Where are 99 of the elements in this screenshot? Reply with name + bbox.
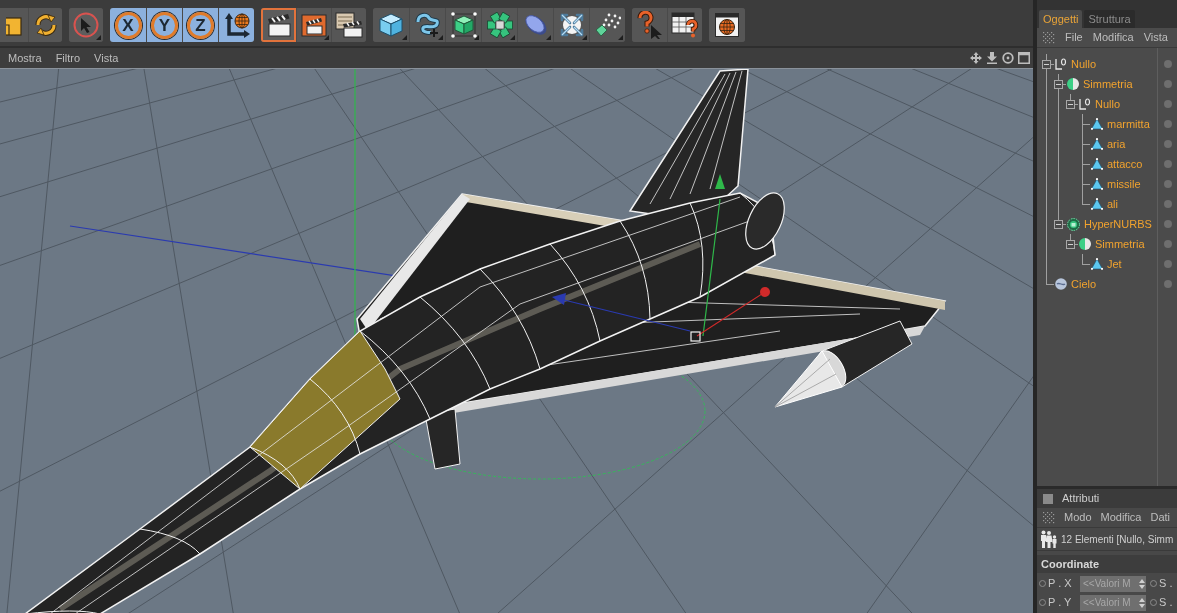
toolbar-button[interactable]	[261, 8, 296, 42]
tree-item[interactable]: Cielo	[1071, 278, 1097, 290]
maximize-icon[interactable]	[1018, 52, 1030, 64]
menu-item[interactable]: Vista	[1143, 29, 1168, 46]
field-label: P . X	[1048, 576, 1073, 592]
tree-item[interactable]: Jet	[1107, 258, 1122, 270]
menu-item[interactable]: Modifica	[1092, 29, 1134, 46]
pyramid-icon	[1091, 158, 1103, 170]
toolbar-button[interactable]	[553, 8, 589, 42]
spinner-arrows-icon[interactable]	[1139, 578, 1145, 589]
corner-triangle-icon	[618, 35, 623, 40]
toolbar-button[interactable]	[481, 8, 517, 42]
cube-icon	[379, 13, 403, 37]
field-label: P . Y	[1048, 595, 1073, 611]
grip-icon[interactable]	[1043, 511, 1055, 524]
expand-arrows-icon	[558, 12, 585, 38]
axis-lock-button[interactable]: Z	[182, 8, 218, 42]
menu-item[interactable]: Dati	[1150, 509, 1171, 526]
tree-item[interactable]: attacco	[1107, 158, 1143, 170]
field-label: S .	[1159, 595, 1173, 611]
tree-item[interactable]: HyperNURBS	[1084, 218, 1152, 230]
cage-sphere-icon	[1067, 217, 1080, 231]
toolbar-button[interactable]	[218, 8, 254, 42]
circle-dot-icon[interactable]	[1002, 52, 1014, 64]
collapse-toggle-icon[interactable]	[1042, 60, 1051, 69]
subdivision-cube-icon	[450, 12, 477, 38]
globe-window-icon	[715, 13, 739, 37]
panel-square-icon	[1043, 493, 1053, 504]
toolbar-button[interactable]	[373, 8, 409, 42]
split-circle-icon	[1067, 78, 1079, 90]
tree-item[interactable]: aria	[1107, 138, 1126, 150]
panel-tab[interactable]: Struttura	[1084, 10, 1135, 28]
toolbar-button[interactable]	[28, 8, 62, 42]
selection-summary: 12 Elementi [Nullo, Simm	[1061, 532, 1174, 547]
spline-icon	[414, 12, 441, 38]
axis-corner-icon	[1055, 58, 1067, 70]
menu-item[interactable]: Filtro	[55, 49, 81, 67]
refresh-icon	[33, 13, 58, 37]
corner-triangle-icon	[402, 35, 407, 40]
toolbar-button[interactable]	[709, 8, 745, 42]
corner-triangle-icon	[474, 35, 479, 40]
corner-triangle-icon	[546, 35, 551, 40]
move-icon[interactable]	[970, 52, 982, 64]
particles-icon	[594, 13, 621, 37]
panel-tab[interactable]: Oggetti	[1039, 10, 1083, 28]
tree-item[interactable]: missile	[1107, 178, 1141, 190]
frame-icon	[6, 14, 22, 36]
tree-item[interactable]: Simmetria	[1083, 78, 1133, 90]
cube-ring-icon	[486, 12, 513, 38]
field-label: S .	[1159, 576, 1173, 592]
clapperboard-icon	[265, 13, 292, 37]
axis-lock-button[interactable]: Y	[146, 8, 182, 42]
menu-item[interactable]: Modo	[1064, 509, 1092, 526]
cursor-icon	[73, 12, 99, 38]
pyramid-icon	[1091, 198, 1103, 210]
tree-item[interactable]: ali	[1107, 198, 1118, 210]
collapse-toggle-icon[interactable]	[1054, 80, 1063, 89]
pyramid-icon	[1091, 138, 1103, 150]
collapse-toggle-icon[interactable]	[1066, 240, 1075, 249]
menu-item[interactable]: Mostra	[8, 49, 42, 67]
toolbar-button[interactable]	[445, 8, 481, 42]
toolbar-button[interactable]	[296, 8, 331, 42]
axis-lock-button[interactable]: X	[110, 8, 146, 42]
corner-triangle-icon	[438, 35, 443, 40]
pyramid-icon	[1091, 118, 1103, 130]
section-header: Coordinate	[1037, 555, 1177, 573]
spinner-arrows-icon[interactable]	[1139, 597, 1145, 608]
clapperboards-icon	[335, 12, 363, 38]
sky-sphere-icon	[1055, 278, 1067, 290]
people-icon	[1040, 530, 1058, 548]
world-axes-icon	[222, 12, 251, 38]
corner-triangle-icon	[582, 35, 587, 40]
grip-icon[interactable]	[1043, 31, 1055, 44]
toolbar-button[interactable]	[589, 8, 625, 42]
axis-corner-icon	[1079, 98, 1091, 110]
table-help-icon	[671, 12, 699, 38]
toolbar-button[interactable]	[667, 8, 702, 42]
tree-item[interactable]: Simmetria	[1095, 238, 1145, 250]
toolbar-button[interactable]	[331, 8, 366, 42]
help-cursor-icon	[636, 11, 663, 39]
bent-disk-icon	[523, 13, 548, 37]
menu-item[interactable]: Modifica	[1100, 509, 1142, 526]
collapse-toggle-icon[interactable]	[1054, 220, 1063, 229]
corner-triangle-icon	[96, 35, 101, 40]
menu-item[interactable]: File	[1065, 29, 1083, 46]
down-arrow-icon[interactable]	[986, 52, 998, 64]
pyramid-icon	[1091, 178, 1103, 190]
corner-triangle-icon	[510, 35, 515, 40]
corner-triangle-icon	[324, 35, 329, 40]
menu-item[interactable]: Vista	[94, 49, 119, 67]
tree-item[interactable]: marmitta	[1107, 118, 1150, 130]
clapperboard-icon	[301, 13, 327, 37]
collapse-toggle-icon[interactable]	[1066, 100, 1075, 109]
split-circle-icon	[1079, 238, 1091, 250]
pyramid-icon	[1091, 258, 1103, 270]
tree-item[interactable]: Nullo	[1095, 98, 1121, 110]
toolbar-button[interactable]	[409, 8, 445, 42]
tree-item[interactable]: Nullo	[1071, 58, 1097, 70]
panel-title: Attributi	[1062, 491, 1100, 507]
